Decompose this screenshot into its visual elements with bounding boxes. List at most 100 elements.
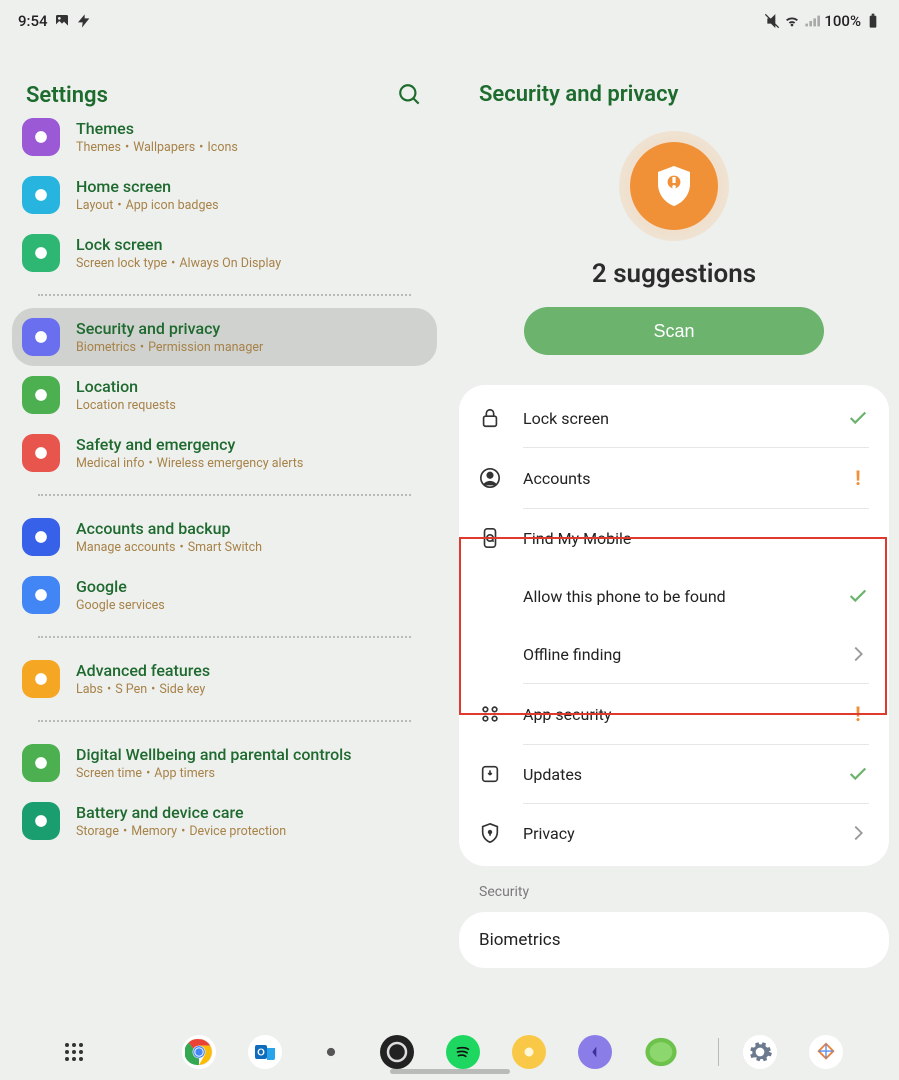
security-status-badge: [619, 131, 729, 241]
settings-item-title: Security and privacy: [76, 319, 263, 338]
check-icon: [847, 407, 869, 429]
settings-item-icon: [22, 234, 60, 272]
security-pane: Security and privacy 2 suggestions Scan …: [449, 42, 899, 1024]
row-updates[interactable]: Updates: [459, 745, 889, 803]
shield-alert-icon: [650, 162, 698, 210]
settings-item-subtitle: Biometrics•Permission manager: [76, 340, 263, 355]
row-lock-screen[interactable]: Lock screen: [459, 389, 889, 447]
settings-pane: Settings Themes Themes•Wallpapers•Icons Ho…: [0, 42, 449, 1024]
settings-item-subtitle: Google services: [76, 598, 165, 613]
battery-icon: [865, 13, 881, 29]
settings-item-subtitle: Screen time•App timers: [76, 766, 352, 781]
lock-icon: [479, 407, 501, 429]
biometrics-card[interactable]: Biometrics: [459, 912, 889, 968]
settings-item-safety-and-emergency[interactable]: Safety and emergency Medical info•Wireles…: [12, 424, 437, 482]
warning-icon: !: [847, 466, 869, 490]
divider: [38, 294, 411, 296]
app-purple[interactable]: [578, 1035, 612, 1069]
settings-item-subtitle: Storage•Memory•Device protection: [76, 824, 286, 839]
settings-item-icon: [22, 318, 60, 356]
scan-button[interactable]: Scan: [524, 307, 824, 355]
divider: [38, 720, 411, 722]
privacy-shield-icon: [479, 822, 501, 844]
find-mobile-icon: [479, 527, 501, 549]
check-icon: [847, 585, 869, 607]
settings-item-icon: [22, 376, 60, 414]
settings-item-subtitle: Screen lock type•Always On Display: [76, 256, 281, 271]
settings-item-icon: [22, 434, 60, 472]
security-card: Lock screen Accounts ! Find My Mobile Al…: [459, 385, 889, 866]
app-diamond[interactable]: [809, 1035, 843, 1069]
nav-pill[interactable]: [390, 1069, 510, 1074]
divider: [38, 494, 411, 496]
settings-item-title: Advanced features: [76, 661, 210, 680]
settings-item-battery-and-device-care[interactable]: Battery and device care Storage•Memory•De…: [12, 792, 437, 850]
settings-item-title: Lock screen: [76, 235, 281, 254]
apps-icon: [479, 703, 501, 725]
security-title: Security and privacy: [449, 52, 899, 125]
status-bar: 9:54 100%: [0, 0, 899, 42]
settings-item-digital-wellbeing-and-parental-controls[interactable]: Digital Wellbeing and parental controls S…: [12, 734, 437, 792]
settings-title: Settings: [26, 83, 108, 108]
settings-item-location[interactable]: Location Location requests: [12, 366, 437, 424]
search-icon[interactable]: [397, 82, 423, 108]
settings-item-icon: [22, 176, 60, 214]
settings-item-subtitle: Location requests: [76, 398, 176, 413]
image-icon: [54, 13, 70, 29]
suggestions-text: 2 suggestions: [592, 259, 756, 289]
security-section-label: Security: [449, 866, 899, 906]
row-app-security[interactable]: App security !: [459, 684, 889, 744]
settings-item-security-and-privacy[interactable]: Security and privacy Biometrics•Permissio…: [12, 308, 437, 366]
settings-item-title: Location: [76, 377, 176, 396]
settings-item-advanced-features[interactable]: Advanced features Labs•S Pen•Side key: [12, 650, 437, 708]
signal-icon: [804, 13, 820, 29]
settings-item-subtitle: Medical info•Wireless emergency alerts: [76, 456, 303, 471]
account-icon: [479, 467, 501, 489]
settings-item-icon: [22, 660, 60, 698]
apps-drawer-icon[interactable]: [62, 1040, 86, 1064]
settings-item-title: Home screen: [76, 177, 219, 196]
warning-icon: !: [847, 702, 869, 726]
chevron-right-icon: [847, 643, 869, 665]
settings-item-icon: [22, 118, 60, 156]
mute-icon: [764, 13, 780, 29]
app-settings[interactable]: [743, 1035, 777, 1069]
divider: [38, 636, 411, 638]
taskbar-divider: [718, 1038, 719, 1066]
chevron-right-icon: [847, 822, 869, 844]
settings-item-title: Digital Wellbeing and parental controls: [76, 745, 352, 764]
settings-item-icon: [22, 576, 60, 614]
settings-item-google[interactable]: GoogleGoogle services: [12, 566, 437, 624]
settings-item-subtitle: Labs•S Pen•Side key: [76, 682, 210, 697]
row-accounts[interactable]: Accounts !: [459, 448, 889, 508]
row-allow-found[interactable]: Allow this phone to be found: [459, 567, 889, 625]
check-icon: [847, 763, 869, 785]
status-time: 9:54: [18, 12, 48, 30]
app-outlook[interactable]: [248, 1035, 282, 1069]
settings-item-themes[interactable]: Themes Themes•Wallpapers•Icons: [12, 108, 437, 166]
bolt-icon: [76, 13, 92, 29]
row-privacy[interactable]: Privacy: [459, 804, 889, 862]
status-battery-text: 100%: [824, 12, 861, 30]
settings-item-accounts-and-backup[interactable]: Accounts and backup Manage accounts•Smart…: [12, 508, 437, 566]
settings-item-icon: [22, 744, 60, 782]
wifi-icon: [784, 13, 800, 29]
app-spotify[interactable]: [446, 1035, 480, 1069]
settings-item-title: Battery and device care: [76, 803, 286, 822]
row-offline-finding[interactable]: Offline finding: [459, 625, 889, 683]
app-chrome[interactable]: [182, 1035, 216, 1069]
settings-item-icon: [22, 518, 60, 556]
app-yellow[interactable]: [512, 1035, 546, 1069]
settings-item-lock-screen[interactable]: Lock screen Screen lock type•Always On Di…: [12, 224, 437, 282]
settings-item-subtitle: Manage accounts•Smart Switch: [76, 540, 262, 555]
app-dot[interactable]: [314, 1035, 348, 1069]
row-find-my-mobile[interactable]: Find My Mobile: [459, 509, 889, 567]
settings-item-home-screen[interactable]: Home screenLayout•App icon badges: [12, 166, 437, 224]
settings-item-subtitle: Themes•Wallpapers•Icons: [76, 140, 238, 155]
settings-item-title: Accounts and backup: [76, 519, 262, 538]
settings-item-title: Safety and emergency: [76, 435, 303, 454]
settings-item-icon: [22, 802, 60, 840]
settings-item-title: Themes: [76, 119, 238, 138]
app-circle-outline[interactable]: [380, 1035, 414, 1069]
app-green-blob[interactable]: [644, 1035, 678, 1069]
